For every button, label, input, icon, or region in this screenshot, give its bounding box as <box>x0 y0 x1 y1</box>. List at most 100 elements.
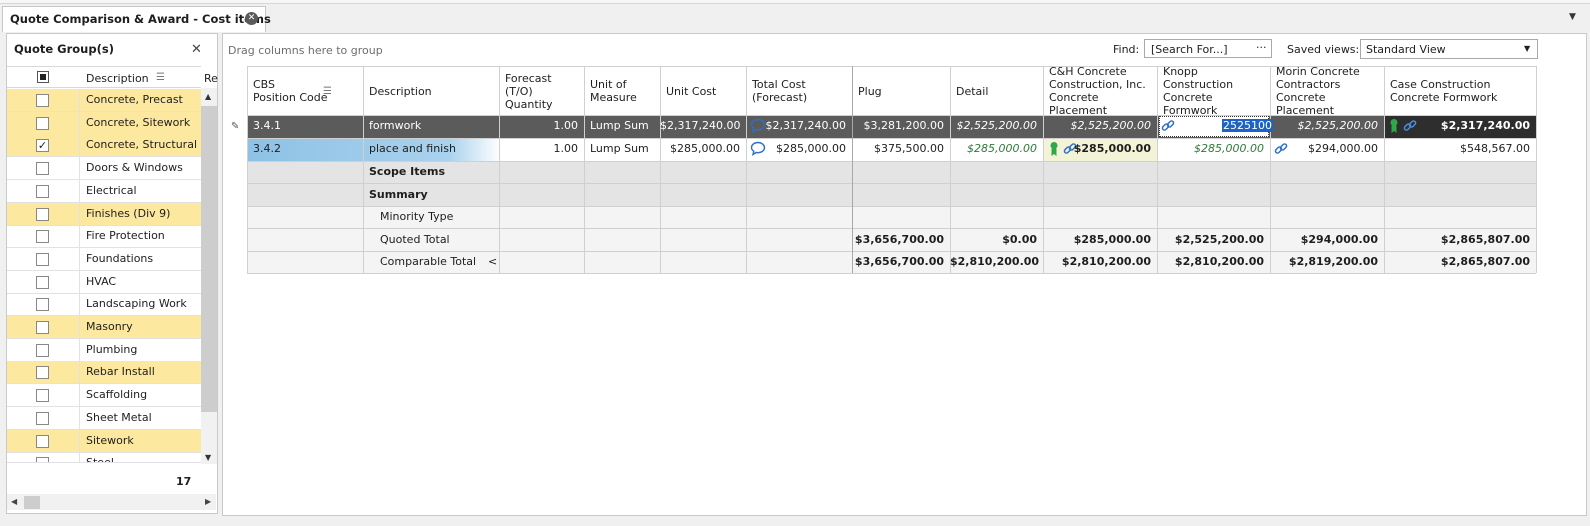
checkbox[interactable] <box>36 207 49 221</box>
list-item[interactable]: HVAC <box>7 270 201 294</box>
cell-qty[interactable]: 1.00 <box>499 115 584 137</box>
cell-cbs[interactable]: 3.4.2 <box>247 138 363 160</box>
checkbox[interactable] <box>36 116 49 130</box>
list-item[interactable]: Sitework <box>7 429 201 453</box>
group-by-area[interactable]: Drag columns here to group <box>228 44 383 57</box>
list-item[interactable]: Scaffolding <box>7 384 201 408</box>
cell-unit-cost[interactable]: $2,317,240.00 <box>660 115 746 137</box>
knopp-edit-value[interactable]: 2525100 <box>1222 119 1273 132</box>
checkbox[interactable] <box>36 411 49 425</box>
scroll-right-icon[interactable]: ▶ <box>205 497 211 506</box>
cell-plug[interactable]: $375,500.00 <box>852 138 950 160</box>
cell-total-cost[interactable]: $285,000.00 <box>746 138 852 160</box>
cell-detail[interactable]: $285,000.00 <box>950 138 1043 160</box>
cell-uom[interactable]: Lump Sum <box>584 115 660 137</box>
list-item[interactable]: Sheet Metal <box>7 406 201 430</box>
list-item[interactable]: Fire Protection <box>7 225 201 249</box>
checkbox[interactable] <box>36 298 49 312</box>
list-item[interactable]: Masonry <box>7 316 201 339</box>
checkbox[interactable] <box>36 275 49 289</box>
comparable-total-detail: $2,810,200.00 <box>950 255 1040 268</box>
search-options-button[interactable]: ··· <box>1256 41 1267 54</box>
checkbox[interactable] <box>36 162 49 176</box>
cell-ch-concrete[interactable]: $285,000.00 <box>1043 138 1157 160</box>
scrollbar-thumb[interactable] <box>24 496 40 509</box>
cell-case[interactable]: $548,567.00 <box>1384 138 1536 160</box>
section-scope-items[interactable]: Scope Items <box>363 161 499 183</box>
edit-row-icon: ✎ <box>231 121 240 132</box>
saved-view-value: Standard View <box>1366 43 1446 56</box>
column-header-forecast-qty[interactable]: Forecast (T/O) Quantity <box>499 67 584 115</box>
cell-plug[interactable]: $3,281,200.00 <box>852 115 950 137</box>
list-item-label: Concrete, Precast <box>86 93 183 106</box>
column-header-unit-cost[interactable]: Unit Cost <box>660 67 746 115</box>
column-header-uom[interactable]: Unit of Measure <box>584 67 660 115</box>
list-item-label: Steel <box>86 456 114 464</box>
column-header-description[interactable]: Description <box>86 72 149 85</box>
cell-qty[interactable]: 1.00 <box>499 138 584 160</box>
checkbox[interactable] <box>36 230 49 244</box>
cell-unit-cost[interactable]: $285,000.00 <box>660 138 746 160</box>
list-item[interactable]: Plumbing <box>7 338 201 362</box>
chevron-down-icon[interactable]: ▼ <box>1524 44 1530 53</box>
column-header-total-cost[interactable]: Total Cost (Forecast) <box>746 67 852 115</box>
comparable-total-morin: $2,819,200.00 <box>1288 255 1378 268</box>
list-item-label: Landscaping Work <box>86 297 187 311</box>
list-item[interactable]: Doors & Windows <box>7 157 201 181</box>
scroll-down-icon[interactable]: ▼ <box>205 453 211 462</box>
checkbox[interactable]: ✓ <box>36 139 49 153</box>
scrollbar-thumb[interactable] <box>201 106 217 412</box>
checkbox[interactable] <box>36 184 49 198</box>
cell-total-cost[interactable]: $2,317,240.00 <box>746 115 852 137</box>
cell-morin[interactable]: $2,525,200.00 <box>1270 115 1384 137</box>
cell-cbs[interactable]: 3.4.1 <box>247 115 363 137</box>
scroll-up-icon[interactable]: ▲ <box>205 92 211 101</box>
list-item-label: Plumbing <box>86 342 138 356</box>
column-header-morin[interactable]: Morin Concrete Contractors Concrete Plac… <box>1270 65 1384 117</box>
cell-uom[interactable]: Lump Sum <box>584 138 660 160</box>
scroll-left-icon[interactable]: ◀ <box>11 497 17 506</box>
section-summary[interactable]: Summary <box>363 184 499 206</box>
checkbox[interactable] <box>36 252 49 266</box>
link-icon[interactable] <box>1161 119 1175 136</box>
list-item[interactable]: Foundations <box>7 247 201 271</box>
column-header-plug[interactable]: Plug <box>852 67 950 115</box>
cell-knopp[interactable]: $285,000.00 <box>1157 138 1270 160</box>
checkbox[interactable] <box>36 366 49 380</box>
column-header-description[interactable]: Description <box>363 67 499 115</box>
list-item[interactable]: Finishes (Div 9) <box>7 202 201 226</box>
cell-ch-concrete[interactable]: $2,525,200.00 <box>1043 115 1157 137</box>
list-item-label: Electrical <box>86 183 137 197</box>
column-header-ch-concrete[interactable]: C&H Concrete Construction, Inc. Concrete… <box>1043 65 1157 117</box>
checkbox[interactable] <box>36 389 49 403</box>
list-item[interactable]: ✓ Concrete, Structural <box>7 134 201 158</box>
checkbox[interactable] <box>36 343 49 357</box>
list-item[interactable]: Electrical <box>7 179 201 203</box>
column-header-cbs[interactable]: CBS Position Code <box>247 67 363 115</box>
close-icon[interactable]: ✕ <box>245 12 258 25</box>
list-item[interactable]: Rebar Install <box>7 361 201 385</box>
comparable-total-case: $2,865,807.00 <box>1440 255 1530 268</box>
list-item[interactable]: Steel <box>7 452 201 464</box>
collapse-arrow[interactable]: < <box>488 251 498 273</box>
list-item[interactable]: Landscaping Work <box>7 293 201 317</box>
search-placeholder: [Search For...] <box>1151 43 1228 56</box>
column-header-detail[interactable]: Detail <box>950 67 1043 115</box>
column-header-case[interactable]: Case Construction Concrete Formwork <box>1384 67 1536 115</box>
cell-description[interactable]: formwork <box>363 115 499 137</box>
cell-detail[interactable]: $2,525,200.00 <box>950 115 1043 137</box>
list-item[interactable]: Concrete, Sitework <box>7 111 201 135</box>
cell-description[interactable]: place and finish <box>363 138 499 160</box>
chevron-down-icon[interactable]: ▼ <box>1569 12 1576 22</box>
column-header-knopp[interactable]: Knopp Construction Concrete Formwork <box>1157 65 1270 117</box>
close-icon[interactable]: ✕ <box>191 42 202 57</box>
checkbox[interactable] <box>36 457 49 463</box>
cell-case[interactable]: $2,317,240.00 <box>1384 115 1536 137</box>
checkbox[interactable] <box>36 94 49 107</box>
column-header-re[interactable]: Re <box>204 72 218 85</box>
cell-morin[interactable]: $294,000.00 <box>1270 138 1384 160</box>
checkbox[interactable] <box>36 434 49 448</box>
checkbox[interactable] <box>36 321 49 334</box>
list-item[interactable]: Concrete, Precast <box>7 89 201 112</box>
select-all-checkbox[interactable] <box>37 71 49 83</box>
